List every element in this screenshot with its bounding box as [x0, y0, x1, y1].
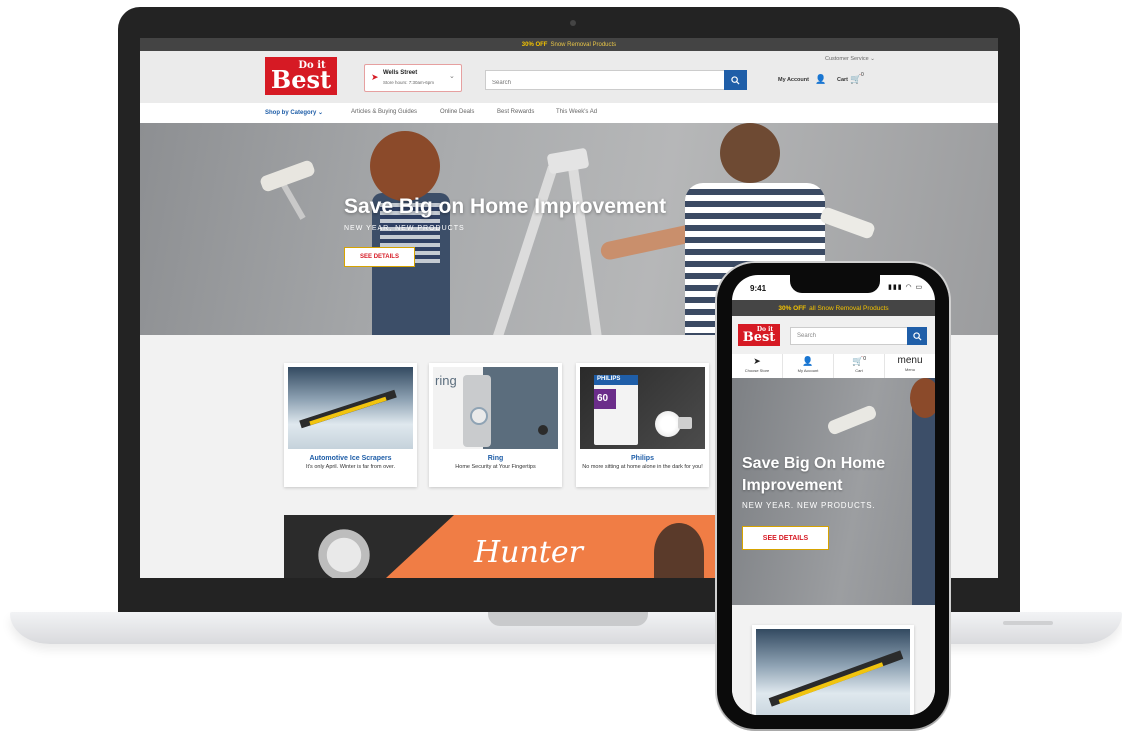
hero-woman-hair	[910, 378, 935, 418]
promo-bar[interactable]: 30% OFF Snow Removal Products	[140, 38, 998, 51]
cart-icon[interactable]: 🛒	[850, 74, 861, 85]
tab-label: Choose Store	[744, 368, 770, 373]
laptop-notch	[488, 612, 648, 626]
user-icon[interactable]: 👤	[815, 74, 826, 85]
mobile-content	[732, 605, 935, 715]
search-button[interactable]	[724, 70, 747, 90]
mobile-see-details-button[interactable]: SEE DETAILS	[742, 526, 829, 550]
mobile-promo-text: all Snow Removal Products	[809, 304, 889, 312]
philips-bulb-image: PHILIPS 60	[580, 367, 705, 449]
tab-label: My Account	[797, 368, 819, 373]
ice-scraper-image	[288, 367, 413, 449]
tab-cart[interactable]: 🛒0 Cart	[834, 354, 885, 378]
my-account-link[interactable]: My Account	[778, 77, 809, 83]
cart-count: 0	[863, 356, 866, 362]
store-name: Wells Street	[383, 70, 418, 76]
mobile-header: Do it Best Search	[732, 316, 935, 354]
ring-doorbell-image: ring	[433, 367, 558, 449]
location-arrow-icon: ➤	[753, 356, 761, 366]
hero-man-head	[720, 123, 780, 183]
philips-box-text: PHILIPS	[597, 376, 621, 382]
cart-icon: 🛒0	[852, 356, 866, 366]
promo-tile-ice-scrapers[interactable]: Automotive Ice Scrapers It's only April.…	[284, 363, 417, 487]
nav-shop-by-category[interactable]: Shop by Category ⌄	[265, 109, 323, 116]
store-selector[interactable]: ➤ Wells Street Store hours: 7:30am-6pm ⌄	[364, 64, 462, 92]
tile-description: Home Security at Your Fingertips	[455, 464, 536, 470]
main-nav: Shop by Category ⌄ Articles & Buying Gui…	[140, 103, 998, 124]
nav-articles[interactable]: Articles & Buying Guides	[351, 109, 417, 115]
laptop-vent	[1003, 621, 1053, 625]
customer-service-link[interactable]: Customer Service ⌄	[825, 56, 875, 62]
site-logo[interactable]: Do it Best	[265, 57, 337, 95]
banner-person-image	[654, 523, 704, 578]
hero-title: Save Big on Home Improvement	[344, 195, 667, 218]
ladder-top	[546, 147, 590, 175]
status-signal-wifi-battery-icon: ▮▮▮ ◠ ▭	[888, 284, 924, 291]
mobile-screen: 9:41 ▮▮▮ ◠ ▭ 30% OFF all Snow Removal Pr…	[732, 275, 935, 715]
cart-count: 0	[861, 72, 864, 78]
logo-best: Best	[742, 329, 776, 345]
see-details-button[interactable]: SEE DETAILS	[344, 247, 415, 267]
search-input[interactable]	[486, 74, 692, 92]
hero-woman-hair	[370, 131, 440, 201]
tab-my-account[interactable]: 👤 My Account	[783, 354, 834, 378]
promo-text: Snow Removal Products	[550, 41, 617, 48]
mobile-promo-bold: 30% OFF	[778, 304, 807, 312]
ladder-rail-left	[492, 165, 558, 335]
ladder-rail-right	[567, 163, 603, 335]
ring-logo-text: ring	[435, 373, 457, 388]
cart-link[interactable]: Cart	[837, 77, 848, 83]
tile-title: Ring	[487, 455, 504, 462]
site-header: Customer Service ⌄ Do it Best ➤ Wells St…	[140, 51, 998, 103]
search-icon	[912, 331, 922, 341]
paint-roller-right	[818, 206, 877, 240]
hunter-banner[interactable]: Hunter	[284, 515, 724, 578]
tab-menu[interactable]: menu Menu	[885, 354, 935, 378]
mobile-hero-title: Save Big On Home Improvement	[742, 455, 886, 494]
philips-watt-text: 60	[597, 393, 609, 404]
mobile-hero-subtitle: NEW YEAR. NEW PRODUCTS.	[742, 501, 876, 510]
mobile-promo-bar[interactable]: 30% OFF all Snow Removal Products	[732, 300, 935, 316]
mobile-promo-tile-ice-scrapers[interactable]	[752, 625, 914, 715]
nav-weekly-ad[interactable]: This Week's Ad	[556, 109, 597, 115]
tile-title: Philips	[631, 455, 654, 462]
ice-scraper-image	[756, 629, 910, 715]
logo-best: Best	[270, 64, 332, 94]
user-icon: 👤	[802, 356, 814, 366]
ceiling-fan-image	[314, 525, 374, 578]
tab-choose-store[interactable]: ➤ Choose Store	[732, 354, 783, 378]
tile-description: No more sitting at home alone in the dar…	[582, 464, 703, 470]
nav-best-rewards[interactable]: Best Rewards	[497, 109, 534, 115]
promo-tile-philips[interactable]: PHILIPS 60 Philips No more sitting at ho…	[576, 363, 709, 487]
mobile-search-input[interactable]: Search	[790, 327, 908, 345]
paint-roller-handle	[280, 182, 306, 220]
status-time: 9:41	[750, 284, 767, 293]
chevron-down-icon: ⌄	[449, 73, 455, 80]
paint-roller	[826, 404, 878, 436]
menu-icon: menu	[897, 355, 923, 366]
nav-online-deals[interactable]: Online Deals	[440, 109, 474, 115]
search-icon	[731, 75, 740, 85]
tab-label: Menu	[904, 367, 915, 372]
hero-subtitle: NEW YEAR, NEW PRODUCTS	[344, 225, 465, 232]
phone-notch	[790, 275, 880, 293]
promo-bold: 30% OFF	[521, 41, 548, 48]
store-hours: Store hours: 7:30am-6pm	[383, 80, 435, 85]
tile-description: It's only April. Winter is far from over…	[305, 464, 396, 470]
mobile-hero-banner[interactable]: Save Big On Home Improvement NEW YEAR. N…	[732, 378, 935, 605]
search-field[interactable]	[485, 70, 725, 92]
mobile-tab-bar: ➤ Choose Store 👤 My Account 🛒0 Cart menu…	[732, 354, 935, 379]
tab-label: Cart	[855, 368, 863, 373]
mobile-search-button[interactable]	[907, 327, 927, 345]
location-arrow-icon: ➤	[371, 72, 379, 82]
laptop-camera	[570, 20, 576, 26]
tile-title: Automotive Ice Scrapers	[309, 455, 392, 462]
promo-tile-ring[interactable]: ring Ring Home Security at Your Fingerti…	[429, 363, 562, 487]
mobile-logo[interactable]: Do it Best	[738, 324, 780, 346]
hunter-logo-text: Hunter	[474, 535, 583, 570]
